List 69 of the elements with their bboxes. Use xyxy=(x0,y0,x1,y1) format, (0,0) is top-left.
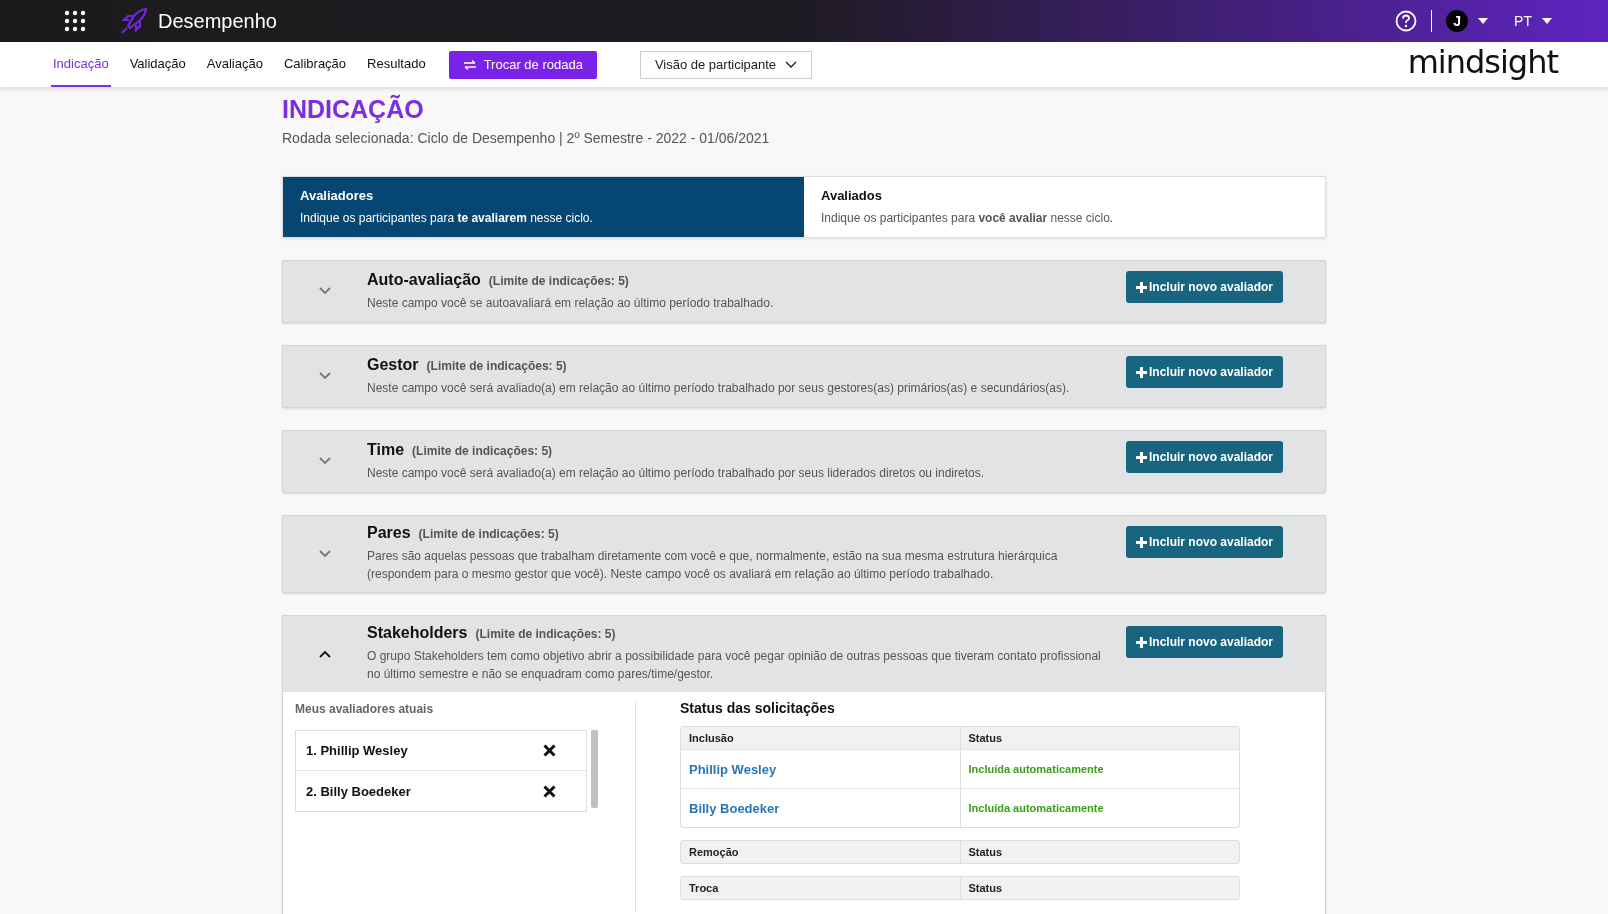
section-description: Neste campo você será avaliado(a) em relação ao último período trabalhado por seus gestores(as) primários(as) e secundários(as). xyxy=(367,379,1071,397)
section-title: Auto-avaliação xyxy=(367,270,481,289)
section-title: Gestor xyxy=(367,355,419,374)
role-title: Avaliadores xyxy=(300,188,375,203)
add-evaluator-button[interactable]: Incluir novo avaliador xyxy=(1125,441,1283,473)
add-evaluator-button[interactable]: Incluir novo avaliador xyxy=(1125,626,1283,658)
app-title: Desempenho xyxy=(158,9,277,33)
close-icon[interactable] xyxy=(543,784,556,798)
caret-icon[interactable] xyxy=(1542,18,1552,24)
column-header: Status xyxy=(959,727,1239,749)
section-description: Neste campo você se autoavaliará em relação ao último período trabalhado. xyxy=(367,294,775,312)
status-title: Status das solicitações xyxy=(680,700,836,716)
chevron-icon[interactable] xyxy=(319,649,331,658)
section-title: Time xyxy=(367,440,405,459)
column-header: Troca xyxy=(688,881,720,896)
add-evaluator-button[interactable]: Incluir novo avaliador xyxy=(1125,356,1283,388)
plus-icon xyxy=(1135,451,1147,463)
nav-tab[interactable]: Calibração xyxy=(281,42,349,87)
plus-icon xyxy=(1135,536,1147,548)
user-avatar[interactable]: J xyxy=(1446,10,1469,32)
section-description: Pares são aquelas pessoas que trabalham diretamente com você e que, normalmente, estão na sua mesma estrutura hierárquica (respondem para o mesmo gestor que você). Neste campo você os avaliará em relação ao último período trabalhado. xyxy=(367,548,1059,583)
column-header: Remoção xyxy=(688,845,740,860)
nav-tab[interactable]: Indicação xyxy=(51,42,111,87)
chevron-down-icon xyxy=(785,61,798,68)
limit-label: (Limite de indicações: 5) xyxy=(418,527,559,541)
nav-tab[interactable]: Resultado xyxy=(365,42,428,87)
swap-icon xyxy=(462,59,477,70)
section-title: Pares xyxy=(367,524,411,542)
plus-icon xyxy=(1135,366,1147,378)
close-icon[interactable] xyxy=(543,744,556,757)
limit-label: (Limite de indicações: 5) xyxy=(488,273,629,288)
role-tab[interactable]: Avaliadores Indique os participantes para te avaliarem nesse ciclo. xyxy=(283,177,804,237)
section-description: O grupo Stakeholders tem como objetivo abrir a possibilidade para você pegar opinião de outras pessoas que tiveram contato profissional no último semestre e não se enquadram como pares/time/gestor. xyxy=(367,648,1102,683)
language-selector[interactable]: PT xyxy=(1514,13,1532,29)
person-link[interactable]: Phillip Wesley xyxy=(681,750,960,788)
evaluator-name: 1. Phillip Wesley xyxy=(306,743,408,758)
nav-tab[interactable]: Validação xyxy=(127,42,188,87)
role-description: Indique os participantes para te avaliarem nesse ciclo. xyxy=(300,211,594,225)
status-cell: Incluída automaticamente xyxy=(959,789,1239,827)
current-evaluators-title: Meus avaliadores atuais xyxy=(295,702,435,716)
brand-logo: mindsight xyxy=(1407,42,1558,81)
person-link[interactable]: Billy Boedeker xyxy=(681,789,960,827)
nav-tab[interactable]: Avaliação xyxy=(204,42,265,87)
role-tab[interactable]: Avaliados Indique os participantes para você avaliar nesse ciclo. xyxy=(804,177,1325,237)
round-subtitle: Rodada selecionada: Ciclo de Desempenho | 2º Semestre - 2022 - 01/06/2021 xyxy=(282,130,771,146)
role-description: Indique os participantes para você avaliar nesse ciclo. xyxy=(821,211,1115,225)
rocket-icon xyxy=(120,8,148,34)
switch-round-button[interactable]: Trocar de rodada xyxy=(448,50,597,79)
plus-icon xyxy=(1135,636,1147,648)
limit-label: (Limite de indicações: 5) xyxy=(426,358,567,373)
caret-icon[interactable] xyxy=(1478,18,1489,24)
view-dropdown[interactable]: Visão de participante xyxy=(639,50,813,79)
column-header: Status xyxy=(959,841,1239,863)
page-title: INDICAÇÃO xyxy=(282,95,425,124)
add-evaluator-button[interactable]: Incluir novo avaliador xyxy=(1125,271,1283,303)
apps-grid-icon[interactable] xyxy=(64,10,86,32)
help-icon[interactable] xyxy=(1395,10,1418,32)
section-description: Neste campo você será avaliado(a) em relação ao último período trabalhado por seus liderados diretos ou indiretos. xyxy=(367,464,985,482)
status-cell: Incluída automaticamente xyxy=(959,750,1239,788)
add-evaluator-button[interactable]: Incluir novo avaliador xyxy=(1125,526,1283,558)
limit-label: (Limite de indicações: 5) xyxy=(412,443,553,458)
role-title: Avaliados xyxy=(821,188,883,203)
limit-label: (Limite de indicações: 5) xyxy=(475,627,616,641)
column-header: Status xyxy=(959,877,1239,899)
column-header: Inclusão xyxy=(688,731,735,746)
section-title: Stakeholders xyxy=(367,624,468,642)
plus-icon xyxy=(1135,281,1147,293)
scrollbar[interactable] xyxy=(591,730,598,808)
evaluator-name: 2. Billy Boedeker xyxy=(306,783,411,799)
